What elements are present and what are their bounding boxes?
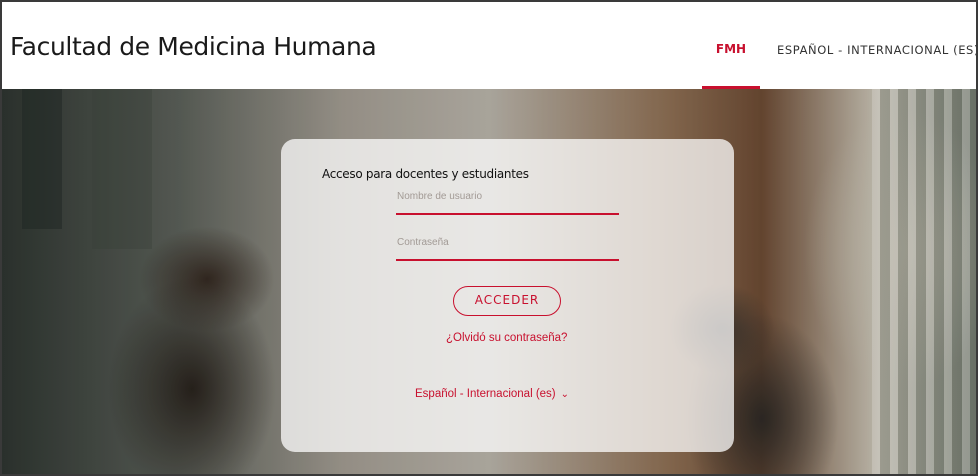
nav-item-fmh-label: FMH (715, 42, 747, 56)
chevron-down-icon: ⌄ (560, 389, 570, 400)
language-menu-label: ESPAÑOL - INTERNACIONAL (ES) (777, 43, 978, 57)
language-menu[interactable]: ESPAÑOL - INTERNACIONAL (ES)▢ (777, 43, 978, 57)
forgot-password-link[interactable]: ¿Olvidó su contraseña? (446, 332, 567, 344)
password-field[interactable] (396, 235, 619, 261)
language-selector[interactable]: Español - Internacional (es) ⌄ (415, 388, 569, 400)
username-field[interactable] (396, 189, 619, 215)
site-header: Facultad de Medicina Humana FMH ESPAÑOL … (2, 2, 976, 89)
password-input[interactable] (397, 237, 612, 248)
site-title[interactable]: Facultad de Medicina Humana (10, 32, 377, 61)
login-button[interactable]: ACCEDER (453, 286, 561, 316)
login-title: Acceso para docentes y estudiantes (322, 167, 529, 181)
nav-item-fmh[interactable]: FMH (702, 2, 760, 89)
language-selector-label: Español - Internacional (es) (415, 388, 556, 400)
login-card: Acceso para docentes y estudiantes ACCED… (281, 139, 734, 452)
browser-frame: Facultad de Medicina Humana FMH ESPAÑOL … (0, 0, 978, 476)
username-input[interactable] (397, 191, 612, 202)
